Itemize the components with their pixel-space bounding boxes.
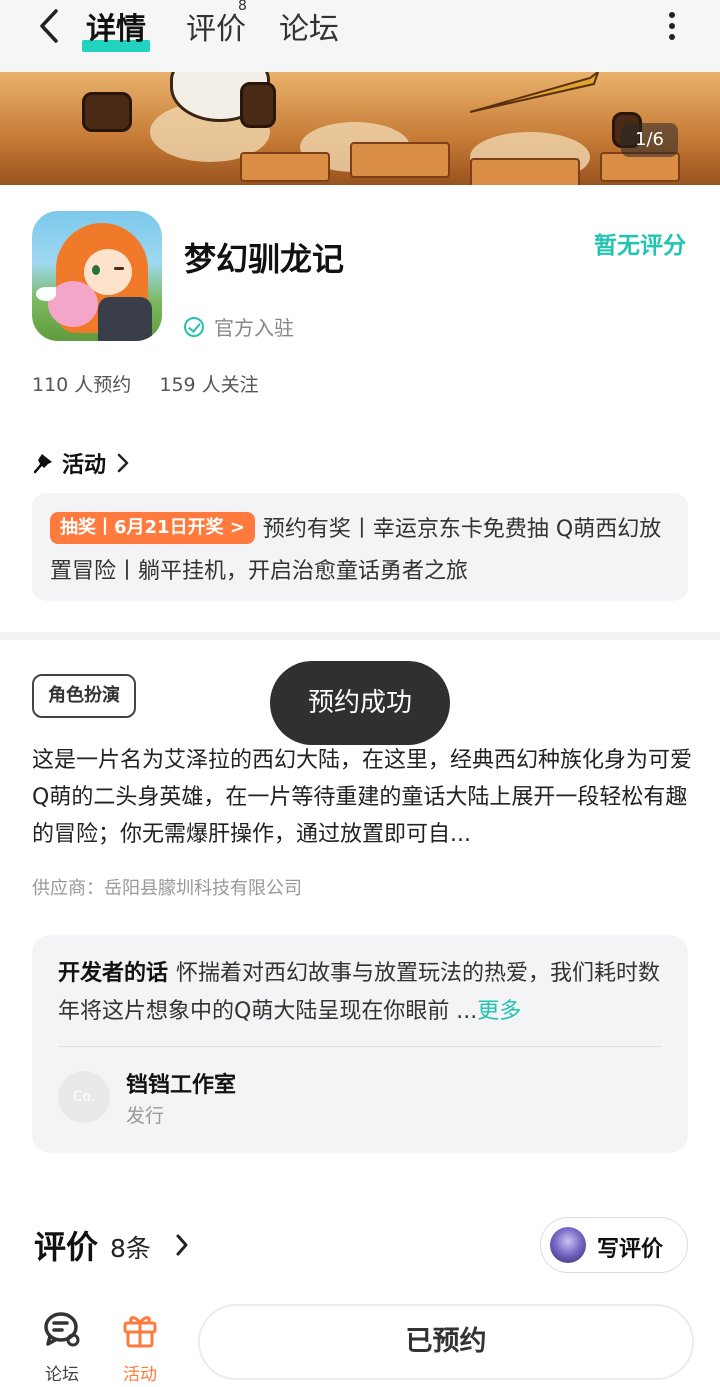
developer-name[interactable]: 铛铛工作室	[126, 1067, 236, 1099]
tab-detail-label: 详情	[86, 12, 146, 47]
tab-review-count: 8	[238, 0, 247, 14]
chat-bubble-icon	[44, 1312, 80, 1347]
forum-button[interactable]: 论坛	[32, 1310, 92, 1385]
toast-message: 预约成功	[270, 661, 450, 745]
reviews-count[interactable]: 8条	[110, 1229, 151, 1265]
carousel-counter: 1/6	[621, 123, 678, 157]
rating-status: 暂无评分	[594, 233, 686, 259]
app-stats: 110 人预约 159 人关注	[32, 370, 281, 397]
gift-icon	[123, 1316, 157, 1348]
official-label: 官方入驻	[214, 316, 294, 340]
activity-header[interactable]: 活动	[34, 447, 130, 479]
bottom-bar: 论坛 活动 已预约	[0, 1296, 720, 1387]
tab-forum-label: 论坛	[279, 12, 339, 47]
app-name: 梦幻驯龙记	[184, 240, 345, 278]
developer-avatar[interactable]: Co.	[58, 1071, 110, 1123]
developer-words-label: 开发者的话	[58, 961, 169, 986]
developer-words: 开发者的话 怀揣着对西幻故事与放置玩法的热爱，我们耗时数年将这片想象中的Q萌大陆呈…	[58, 955, 668, 1031]
tab-detail[interactable]: 详情	[82, 4, 150, 52]
supplier-info: 供应商：岳阳县朦圳科技有限公司	[32, 878, 302, 899]
follower-count: 159 人关注	[159, 374, 259, 396]
more-link[interactable]: 更多	[477, 999, 521, 1024]
genre-tag[interactable]: 角色扮演	[32, 674, 136, 718]
back-arrow-icon[interactable]	[36, 8, 64, 44]
chevron-right-icon	[117, 453, 129, 473]
more-options-icon[interactable]	[664, 12, 680, 40]
activity-card[interactable]: 抽奖丨6月21日开奖 > 预约有奖丨幸运京东卡免费抽 Q萌西幻放置冒险丨躺平挂机，…	[32, 493, 688, 601]
official-badge: 官方入驻	[184, 312, 294, 341]
chevron-right-icon[interactable]	[174, 1233, 190, 1257]
game-description[interactable]: 这是一片名为艾泽拉的西幻大陆，在这里，经典西幻种族化身为可爱Q萌的二头身英雄，在…	[32, 742, 692, 853]
tab-forum[interactable]: 论坛	[279, 4, 339, 48]
user-avatar	[550, 1227, 586, 1263]
reserved-button[interactable]: 已预约	[198, 1304, 694, 1380]
section-divider	[0, 632, 720, 640]
write-review-button[interactable]: 写评价	[540, 1217, 688, 1273]
verified-check-icon	[184, 316, 204, 337]
tab-review-label: 评价	[186, 12, 246, 47]
developer-role: 发行	[126, 1105, 165, 1127]
activity-tab-label: 活动	[123, 1365, 157, 1385]
developer-divider	[58, 1046, 662, 1047]
screenshot-carousel[interactable]	[0, 72, 720, 185]
write-review-label: 写评价	[597, 1237, 664, 1262]
tab-review[interactable]: 评价 8	[186, 0, 247, 48]
app-icon	[32, 211, 162, 341]
developer-card: 开发者的话 怀揣着对西幻故事与放置玩法的热爱，我们耗时数年将这片想象中的Q萌大陆呈…	[32, 935, 688, 1153]
reservation-count: 110 人预约	[32, 374, 132, 396]
forum-label: 论坛	[45, 1365, 79, 1385]
lottery-badge: 抽奖丨6月21日开奖 >	[50, 512, 255, 544]
activity-text-block: 抽奖丨6月21日开奖 > 预约有奖丨幸运京东卡免费抽 Q萌西幻放置冒险丨躺平挂机，…	[50, 509, 670, 593]
activity-button[interactable]: 活动	[110, 1310, 170, 1385]
activity-heading: 活动	[62, 453, 107, 478]
top-nav: 详情 评价 8 论坛	[0, 0, 720, 72]
pin-icon	[34, 454, 52, 474]
reviews-title[interactable]: 评价	[34, 1222, 98, 1268]
